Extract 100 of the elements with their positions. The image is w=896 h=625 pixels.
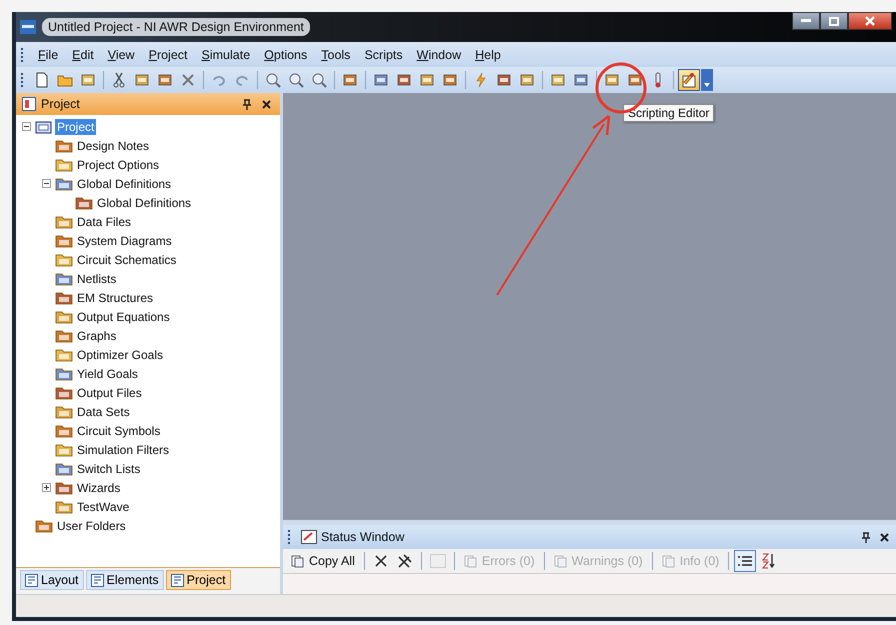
collapse-toggle[interactable] [42, 179, 53, 188]
menu-item[interactable]: Project [142, 46, 194, 64]
app-logo-icon [20, 20, 36, 34]
menu-item[interactable]: Window [410, 46, 468, 64]
cross-icon [398, 554, 412, 568]
close-icon [262, 100, 271, 108]
status-icon [662, 554, 675, 568]
tree-item[interactable]: Global Definitions [75, 176, 174, 192]
tree-item[interactable]: Yield Goals [75, 366, 140, 382]
sort-icon [762, 553, 776, 569]
folder-icon [55, 442, 73, 456]
zoom-out-icon [288, 72, 304, 88]
script-editor-icon [681, 72, 697, 88]
tree-item[interactable]: Project [55, 118, 96, 134]
maximize-icon [829, 16, 839, 26]
menu-item[interactable]: Tools [315, 46, 356, 64]
pin-button[interactable] [240, 98, 254, 110]
tree-item[interactable]: Graphs [75, 328, 118, 344]
folder-icon [55, 404, 73, 418]
menu-item[interactable]: File [32, 46, 64, 64]
tab-icon [25, 574, 38, 586]
minimize-button[interactable] [792, 12, 820, 30]
tree-item[interactable]: System Diagrams [75, 232, 174, 248]
tree-item[interactable]: Project Options [75, 156, 162, 172]
close-icon [865, 16, 875, 26]
menu-item[interactable]: Simulate [196, 46, 256, 64]
close-icon [880, 532, 889, 542]
tree-item[interactable]: Wizards [75, 480, 122, 496]
tree-item[interactable]: TestWave [75, 498, 132, 514]
tree-item[interactable]: User Folders [55, 518, 128, 534]
collapse-toggle[interactable] [22, 122, 33, 131]
menu-item[interactable]: View [102, 46, 141, 64]
folder-icon [55, 272, 73, 286]
tree-item[interactable]: Output Equations [75, 308, 172, 324]
pin-button[interactable] [859, 530, 873, 544]
tree-item[interactable]: Design Notes [75, 138, 152, 154]
panel-tab[interactable]: Elements [86, 570, 164, 590]
folder-icon [55, 500, 73, 514]
zoom-fit-icon [311, 72, 327, 88]
folder-icon [55, 480, 73, 494]
status-window-icon [301, 530, 317, 544]
folder-icon [55, 310, 73, 324]
project-icon [22, 97, 36, 111]
folder-icon [35, 518, 53, 532]
folder-icon [55, 462, 73, 476]
pin-icon [243, 98, 251, 110]
close-button[interactable] [848, 12, 892, 30]
project-icon [35, 120, 53, 134]
tree-item[interactable]: EM Structures [75, 290, 156, 306]
tree-item[interactable]: Circuit Schematics [75, 252, 178, 268]
tree-item[interactable]: Netlists [75, 270, 118, 286]
folder-icon [55, 234, 73, 248]
tab-icon [90, 574, 104, 586]
folder-icon [55, 348, 73, 362]
grip-handle[interactable] [288, 530, 292, 544]
folder-icon [55, 138, 73, 152]
status-icon [554, 554, 567, 568]
menu-item[interactable]: Scripts [358, 46, 409, 64]
panel-title: Status Window [321, 530, 404, 544]
expand-toggle[interactable] [42, 483, 53, 492]
status-filter-button[interactable]: Copy All [287, 552, 359, 570]
cut-icon [111, 72, 127, 88]
delete-icon [180, 72, 196, 88]
folder-icon [55, 214, 73, 228]
folder-icon [55, 328, 73, 342]
new-file-icon [34, 72, 50, 88]
zoom-in-icon [265, 72, 281, 88]
folder-icon [75, 196, 93, 210]
tree-item[interactable]: Circuit Symbols [75, 422, 162, 438]
list-icon [738, 555, 752, 567]
caret-icon [704, 83, 710, 87]
menu-item[interactable]: Help [469, 46, 507, 64]
folder-icon [55, 252, 73, 266]
toolbar-overflow-button[interactable] [701, 69, 713, 91]
tree-item[interactable]: Global Definitions [95, 194, 194, 210]
status-icon [464, 554, 477, 568]
tree-item[interactable]: Data Files [75, 214, 134, 230]
tree-item[interactable]: Output Files [75, 384, 144, 400]
scripting-editor-button[interactable] [678, 69, 700, 91]
tree-item[interactable]: Optimizer Goals [75, 346, 166, 362]
tree-item[interactable]: Simulation Filters [75, 442, 172, 458]
tooltip: Scripting Editor [623, 104, 714, 122]
menu-item[interactable]: Edit [66, 46, 100, 64]
grip-handle[interactable] [21, 73, 25, 87]
folder-icon [55, 290, 73, 304]
window-title: Untitled Project - NI AWR Design Environment [42, 18, 310, 36]
maximize-button[interactable] [820, 12, 848, 30]
grip-handle[interactable] [21, 48, 25, 62]
panel-tab[interactable]: Project [166, 570, 231, 590]
list-view-button[interactable] [734, 550, 756, 572]
folder-icon [55, 424, 73, 438]
panel-title: Project [41, 97, 80, 111]
folder-icon [55, 158, 73, 172]
panel-tab[interactable]: Layout [20, 570, 84, 590]
menu-item[interactable]: Options [258, 46, 314, 64]
tab-icon [170, 574, 184, 586]
folder-icon [55, 366, 73, 380]
pin-icon [862, 532, 870, 542]
tree-item[interactable]: Data Sets [75, 404, 132, 420]
tree-item[interactable]: Switch Lists [75, 460, 142, 476]
